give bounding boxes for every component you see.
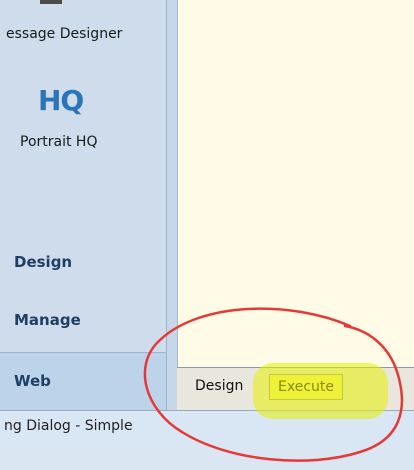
status-text: ng Dialog - Simple xyxy=(4,418,133,434)
sidebar-nav-design[interactable]: Design xyxy=(14,253,72,271)
sidebar-item-message-designer[interactable]: essage Designer xyxy=(6,26,122,42)
sidebar-nav-web[interactable]: Web xyxy=(14,372,51,390)
tab-design[interactable]: Design xyxy=(195,378,243,394)
status-bar: ng Dialog - Simple xyxy=(0,410,414,441)
bottom-tab-bar: Design Execute xyxy=(177,367,414,411)
sidebar-nav-manage[interactable]: Manage xyxy=(14,311,81,329)
sidebar-icon-fragment xyxy=(40,0,62,4)
tab-execute[interactable]: Execute xyxy=(269,374,343,400)
left-sidebar: essage Designer HQ Portrait HQ Design Ma… xyxy=(0,0,167,411)
design-canvas[interactable] xyxy=(177,0,414,367)
sidebar-nav-web-panel[interactable]: Web xyxy=(0,352,166,411)
portrait-hq-logo-icon[interactable]: HQ xyxy=(38,84,84,117)
sidebar-item-portrait-hq[interactable]: Portrait HQ xyxy=(20,134,97,150)
